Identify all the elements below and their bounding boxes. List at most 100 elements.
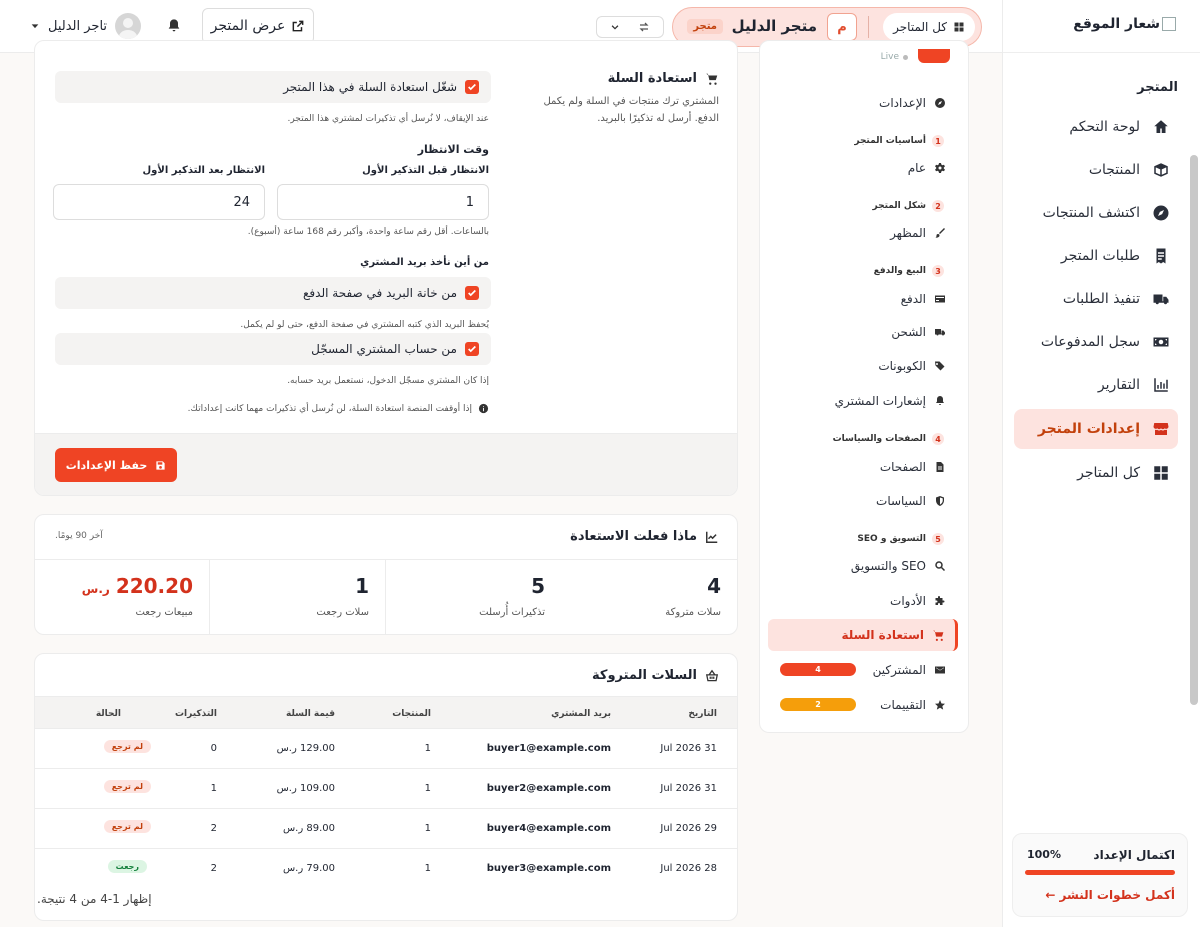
trend-chart-icon — [706, 531, 718, 543]
cell-email: buyer3@example.com — [486, 863, 611, 874]
sidebar-item-products[interactable]: المنتجات — [1014, 150, 1178, 190]
grid-icon — [1154, 466, 1168, 480]
account-email-checkbox[interactable] — [465, 342, 479, 356]
subnav-item-payment[interactable]: الدفع — [901, 292, 946, 306]
checkout-email-checkbox-row[interactable]: من خانة البريد في صفحة الدفع — [55, 277, 491, 309]
subnav-item-label: SEO والتسويق — [850, 559, 926, 573]
caret-down-icon — [31, 24, 39, 29]
tags-icon — [935, 361, 945, 371]
sidebar-item-discover[interactable]: اكتشف المنتجات — [1014, 193, 1178, 233]
check-icon — [468, 83, 476, 91]
store-switch-dropdown[interactable] — [596, 16, 664, 38]
sidebar-item-dashboard[interactable]: لوحة التحكم — [1014, 107, 1178, 147]
checkout-help-text: يُحفظ البريد الذي كتبه المشتري في صفحة ا… — [240, 320, 489, 330]
stat-label: مبيعات رجعت — [135, 607, 193, 618]
subnav-item-shipping[interactable]: الشحن — [891, 325, 946, 339]
all-stores-label: كل المتاجر — [893, 20, 947, 34]
gear-icon — [935, 163, 945, 173]
view-store-button[interactable]: عرض المتجر — [202, 8, 314, 44]
subnav-item-settings[interactable]: الإعدادات — [879, 96, 946, 110]
column-header-email: بريد المشتري — [551, 709, 611, 719]
stats-period-note: آخر 90 يومًا. — [55, 531, 103, 541]
group-number: 4 — [932, 433, 944, 445]
live-indicator-chip — [918, 49, 950, 63]
enable-recovery-checkbox-row[interactable]: شغّل استعادة السلة في هذا المتجر — [55, 71, 491, 103]
sidebar-item-reports[interactable]: التقارير — [1014, 365, 1178, 405]
cell-products: 1 — [424, 823, 431, 834]
subnav-item-general[interactable]: عام — [908, 161, 946, 175]
receipt-icon — [1156, 248, 1166, 264]
chevron-down-icon — [611, 25, 619, 30]
table-row[interactable]: 31 Jul 2026 buyer1@example.com 1 129.00 … — [35, 729, 737, 769]
cell-cart-value: 109.00 ر.س — [276, 783, 335, 794]
checkout-email-checkbox[interactable] — [465, 286, 479, 300]
subnav-item-pages[interactable]: الصفحات — [880, 460, 946, 474]
subnav-item-reviews[interactable]: التقييمات — [880, 698, 946, 712]
sidebar-scrollbar[interactable] — [1190, 155, 1198, 705]
sidebar-item-store-orders[interactable]: طلبات المتجر — [1014, 236, 1178, 276]
all-stores-button[interactable]: كل المتاجر — [883, 13, 975, 41]
bell-icon[interactable] — [166, 18, 182, 34]
stat-recovered-sales: 220.20 ر.س مبيعات رجعت — [35, 559, 209, 634]
sidebar-item-payments-log[interactable]: سجل المدفوعات — [1014, 322, 1178, 362]
status-badge: رجعت — [107, 860, 147, 873]
subnav-item-policies[interactable]: السياسات — [876, 494, 946, 508]
subnav-item-appearance[interactable]: المظهر — [890, 226, 946, 240]
sidebar-item-label: طلبات المتجر — [1060, 248, 1140, 264]
stat-label: سلات متروكة — [665, 607, 721, 618]
cell-email: buyer4@example.com — [486, 823, 611, 834]
account-email-checkbox-row[interactable]: من حساب المشتري المسجّل — [55, 333, 491, 365]
table-row[interactable]: 28 Jul 2026 buyer3@example.com 1 79.00 ر… — [35, 849, 737, 889]
broken-image-icon — [1162, 17, 1176, 31]
cell-products: 1 — [424, 783, 431, 794]
setup-publish-link[interactable]: أكمل خطوات النشر ← — [1045, 888, 1175, 902]
cart-icon — [933, 630, 944, 641]
save-settings-button[interactable]: حفظ الإعدادات — [55, 448, 177, 482]
group-number: 3 — [932, 265, 944, 277]
after-first-input[interactable]: 24 — [53, 184, 265, 220]
table-title: السلات المتروكة — [592, 668, 697, 683]
subnav-item-label: الدفع — [900, 292, 926, 306]
column-header-status: الحالة — [95, 709, 121, 719]
check-icon — [468, 345, 476, 353]
floppy-disk-icon — [156, 460, 165, 470]
cart-icon — [706, 73, 718, 85]
brush-icon — [935, 228, 945, 238]
money-icon — [1153, 337, 1169, 347]
subnav-item-cart-recovery[interactable]: استعادة السلة — [768, 619, 958, 651]
table-row[interactable]: 29 Jul 2026 buyer4@example.com 1 89.00 ر… — [35, 809, 737, 849]
info-icon — [478, 403, 489, 414]
table-row[interactable]: 31 Jul 2026 buyer2@example.com 1 109.00 … — [35, 769, 737, 809]
cell-products: 1 — [424, 743, 431, 754]
user-menu[interactable]: تاجر الدليل — [30, 13, 142, 39]
stat-abandoned-carts: 4 سلات متروكة — [561, 559, 737, 634]
sidebar-item-label: لوحة التحكم — [1069, 119, 1140, 135]
logo-text: شعار الموقع — [1073, 16, 1160, 32]
cell-date: 29 Jul 2026 — [660, 823, 717, 834]
stat-currency: ر.س — [81, 582, 110, 596]
recovery-stats-card: ماذا فعلت الاستعادة آخر 90 يومًا. 4 سلات… — [34, 514, 738, 635]
sidebar-item-fulfillment[interactable]: تنفيذ الطلبات — [1014, 279, 1178, 319]
subnav-item-tools[interactable]: الأدوات — [890, 594, 946, 608]
subnav-item-notifications[interactable]: إشعارات المشتري — [835, 394, 946, 408]
sidebar-item-store-settings[interactable]: إعدادات المتجر — [1014, 409, 1178, 449]
group-number: 2 — [932, 200, 944, 212]
enable-recovery-checkbox[interactable] — [465, 80, 479, 94]
before-first-input[interactable]: 1 — [277, 184, 489, 220]
subnav-item-subscribers[interactable]: المشتركين — [873, 663, 946, 677]
subnav-item-label: المظهر — [890, 226, 926, 240]
cell-reminders: 1 — [210, 783, 217, 794]
status-badge: لم ترجع — [103, 780, 151, 793]
bell-icon — [936, 396, 944, 405]
after-first-label: الانتظار بعد التذكير الأول — [142, 165, 265, 176]
table-header-row: التاريخ بريد المشتري المنتجات قيمة السلة… — [35, 696, 737, 729]
sidebar-item-all-stores[interactable]: كل المتاجر — [1014, 453, 1178, 493]
view-store-label: عرض المتجر — [210, 18, 286, 34]
subnav-item-coupons[interactable]: الكوبونات — [878, 359, 946, 373]
subnav-item-seo[interactable]: SEO والتسويق — [851, 559, 946, 573]
truck-icon — [935, 329, 945, 336]
site-logo[interactable]: شعار الموقع — [1073, 16, 1176, 32]
setup-progress-card: اكتمال الإعداد 100% أكمل خطوات النشر ← — [1012, 833, 1188, 917]
cell-date: 28 Jul 2026 — [660, 863, 717, 874]
column-header-products: المنتجات — [392, 709, 431, 719]
